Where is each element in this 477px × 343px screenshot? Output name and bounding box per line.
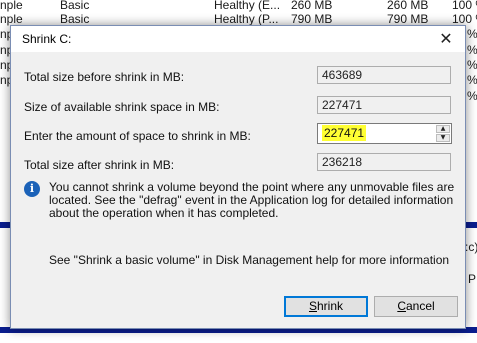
available-space-label: Size of available shrink space in MB: xyxy=(24,100,220,114)
cancel-button[interactable]: Cancel xyxy=(374,296,458,317)
spin-up-icon[interactable]: ▲ xyxy=(436,125,450,133)
volume-status-cell: Healthy (P... xyxy=(214,12,279,26)
dialog-titlebar[interactable]: Shrink C: ✕ xyxy=(11,26,465,52)
volume-percent-cell: % xyxy=(467,43,477,57)
shrink-amount-input[interactable]: 227471 ▲ ▼ xyxy=(317,123,452,144)
volume-percent-cell: % xyxy=(467,58,477,72)
shrink-amount-value[interactable]: 227471 xyxy=(322,125,367,141)
help-link-text: See "Shrink a basic volume" in Disk Mana… xyxy=(49,253,450,267)
spin-down-icon[interactable]: ▼ xyxy=(436,134,450,142)
volume-percent-cell: 100 % xyxy=(452,12,477,26)
volume-capacity-cell: 260 MB xyxy=(291,0,333,12)
volume-row[interactable]: nple Basic Healthy (P... 790 MB 790 MB 1… xyxy=(0,12,477,26)
shrink-button-label: hrink xyxy=(317,299,344,313)
total-after-label: Total size after shrink in MB: xyxy=(24,158,175,172)
volume-row[interactable]: nple Basic Healthy (E... 260 MB 260 MB 1… xyxy=(0,0,477,12)
info-icon: i xyxy=(24,181,40,197)
cancel-button-mnemonic: C xyxy=(397,299,406,313)
dialog-title: Shrink C: xyxy=(22,32,72,46)
total-before-value: 463689 xyxy=(317,66,451,84)
shrink-amount-stepper[interactable]: ▲ ▼ xyxy=(436,125,450,142)
volume-percent-cell: 100 % xyxy=(452,0,477,12)
shrink-amount-label: Enter the amount of space to shrink in M… xyxy=(24,129,251,143)
volume-percent-cell: % xyxy=(467,27,477,41)
volume-percent-fragment: % xyxy=(467,89,477,103)
total-after-value: 236218 xyxy=(317,153,451,171)
available-space-value: 227471 xyxy=(317,96,451,114)
volume-type-cell: Basic xyxy=(60,12,90,26)
close-icon[interactable]: ✕ xyxy=(435,28,457,50)
volume-percent-cell: % xyxy=(467,73,477,87)
disk-label-fragment: P xyxy=(468,272,477,286)
info-message: You cannot shrink a volume beyond the po… xyxy=(49,180,455,220)
volume-free-cell: 260 MB xyxy=(387,0,429,12)
volume-status-cell: Healthy (E... xyxy=(214,0,281,12)
volume-name-cell: nple xyxy=(0,0,23,12)
volume-capacity-cell: 790 MB xyxy=(291,12,333,26)
shrink-dialog: Shrink C: ✕ Total size before shrink in … xyxy=(10,25,466,329)
shrink-button[interactable]: Shrink xyxy=(284,296,368,317)
shrink-button-mnemonic: S xyxy=(308,299,317,313)
volume-name-cell: nple xyxy=(0,12,23,26)
volume-type-cell: Basic xyxy=(60,0,90,12)
disk-label-fragment: :c) xyxy=(465,240,477,254)
total-before-label: Total size before shrink in MB: xyxy=(24,70,185,84)
volume-free-cell: 790 MB xyxy=(387,12,429,26)
cancel-button-label: ancel xyxy=(405,299,435,313)
